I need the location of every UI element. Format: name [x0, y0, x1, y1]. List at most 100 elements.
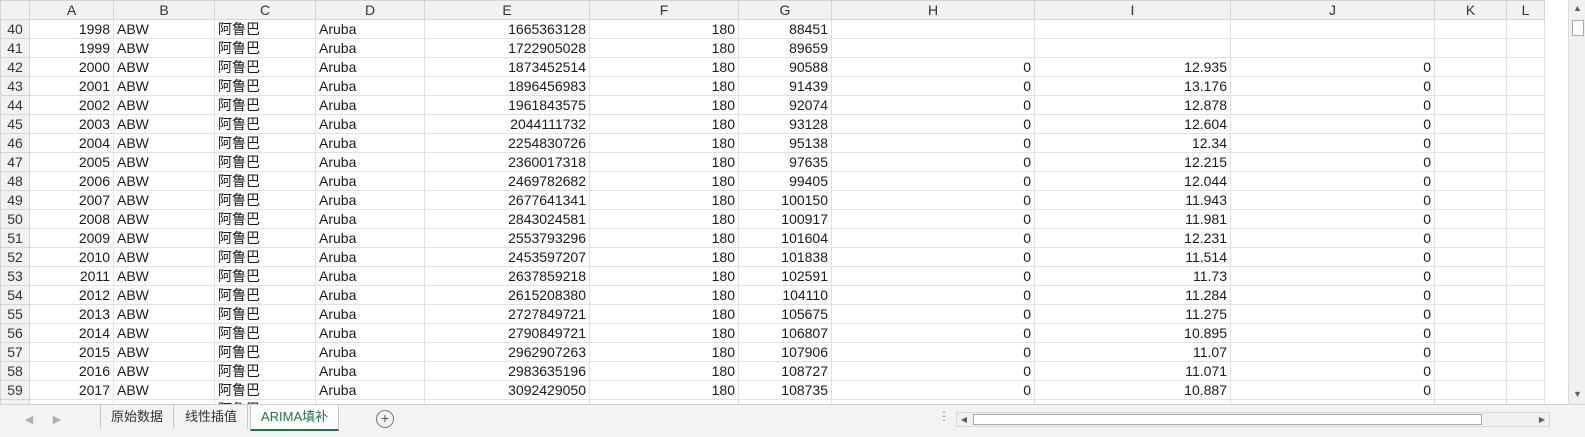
cell-k[interactable]: [1434, 114, 1507, 134]
cell-i[interactable]: 13.176: [1034, 76, 1231, 96]
cell-j[interactable]: 0: [1230, 342, 1435, 362]
cell-b[interactable]: ABW: [113, 285, 215, 305]
cell-e[interactable]: 2637859218: [424, 266, 590, 286]
cell-h[interactable]: 0: [831, 247, 1035, 267]
cell-i[interactable]: 12.34: [1034, 133, 1231, 153]
cell-d[interactable]: Aruba: [315, 380, 425, 400]
cell-j[interactable]: 0: [1230, 57, 1435, 77]
cell-b[interactable]: ABW: [113, 380, 215, 400]
cell-g[interactable]: 100150: [738, 190, 832, 210]
cell-l[interactable]: [1506, 228, 1545, 248]
cell-e[interactable]: 2790849721: [424, 323, 590, 343]
cell-b[interactable]: ABW: [113, 361, 215, 381]
cell-h[interactable]: 0: [831, 361, 1035, 381]
cell-b[interactable]: ABW: [113, 247, 215, 267]
cell-h[interactable]: 0: [831, 323, 1035, 343]
cell-c[interactable]: 阿鲁巴: [214, 95, 316, 115]
cell-a[interactable]: 2017: [29, 380, 114, 400]
cell-k[interactable]: [1434, 171, 1507, 191]
cell-e[interactable]: 1873452514: [424, 57, 590, 77]
cell-c[interactable]: 阿鲁巴: [214, 171, 316, 191]
row-header[interactable]: 50: [0, 209, 30, 229]
cell-j[interactable]: 0: [1230, 266, 1435, 286]
cell-h[interactable]: 0: [831, 285, 1035, 305]
cell-h[interactable]: [831, 38, 1035, 58]
row-header[interactable]: 52: [0, 247, 30, 267]
cell-b[interactable]: ABW: [113, 152, 215, 172]
cell-l[interactable]: [1506, 342, 1545, 362]
cell-a[interactable]: 2006: [29, 171, 114, 191]
cell-a[interactable]: 2015: [29, 342, 114, 362]
cell-d[interactable]: Aruba: [315, 342, 425, 362]
cell-f[interactable]: 180: [589, 152, 739, 172]
prev-sheet-icon[interactable]: ◀: [22, 413, 36, 426]
cell-a[interactable]: 2014: [29, 323, 114, 343]
select-all-corner[interactable]: [0, 0, 30, 20]
cell-e[interactable]: 1961843575: [424, 95, 590, 115]
column-header-b[interactable]: B: [113, 0, 215, 20]
tab-sheet-3[interactable]: ARIMA填补: [250, 405, 340, 431]
cell-j[interactable]: 0: [1230, 190, 1435, 210]
cell-c[interactable]: 阿鲁巴: [214, 228, 316, 248]
column-header-h[interactable]: H: [831, 0, 1035, 20]
cell-f[interactable]: 180: [589, 38, 739, 58]
cell-k[interactable]: [1434, 266, 1507, 286]
cell-f[interactable]: 180: [589, 76, 739, 96]
cell-f[interactable]: 180: [589, 342, 739, 362]
cell-l[interactable]: [1506, 285, 1545, 305]
cell-l[interactable]: [1506, 19, 1545, 39]
cell-a[interactable]: 2005: [29, 152, 114, 172]
cell-a[interactable]: 2009: [29, 228, 114, 248]
cell-h[interactable]: 0: [831, 190, 1035, 210]
row-header[interactable]: 42: [0, 57, 30, 77]
cell-i[interactable]: 11.514: [1034, 247, 1231, 267]
cell-b[interactable]: ABW: [113, 228, 215, 248]
cell-c[interactable]: 阿鲁巴: [214, 361, 316, 381]
cell-j[interactable]: 0: [1230, 247, 1435, 267]
cell-d[interactable]: Aruba: [315, 361, 425, 381]
cell-e[interactable]: 2983635196: [424, 361, 590, 381]
cell-b[interactable]: ABW: [113, 209, 215, 229]
cell-k[interactable]: [1434, 95, 1507, 115]
cell-g[interactable]: 91439: [738, 76, 832, 96]
cell-d[interactable]: Aruba: [315, 57, 425, 77]
cell-l[interactable]: [1506, 152, 1545, 172]
cell-b[interactable]: ABW: [113, 304, 215, 324]
cell-f[interactable]: 180: [589, 361, 739, 381]
next-sheet-icon[interactable]: ▶: [50, 413, 64, 426]
cell-l[interactable]: [1506, 76, 1545, 96]
cell-c[interactable]: 阿鲁巴: [214, 209, 316, 229]
cell-d[interactable]: Aruba: [315, 114, 425, 134]
cell-e[interactable]: 2677641341: [424, 190, 590, 210]
cell-l[interactable]: [1506, 171, 1545, 191]
cell-l[interactable]: [1506, 114, 1545, 134]
cell-j[interactable]: 0: [1230, 114, 1435, 134]
cell-g[interactable]: 107906: [738, 342, 832, 362]
cell-i[interactable]: 10.887: [1034, 380, 1231, 400]
cell-h[interactable]: 0: [831, 95, 1035, 115]
cell-g[interactable]: 108727: [738, 361, 832, 381]
cell-g[interactable]: 99405: [738, 171, 832, 191]
cell-e[interactable]: 2044111732: [424, 114, 590, 134]
cell-g[interactable]: 106807: [738, 323, 832, 343]
cell-e[interactable]: 2254830726: [424, 133, 590, 153]
cell-j[interactable]: 0: [1230, 76, 1435, 96]
column-header-d[interactable]: D: [315, 0, 425, 20]
cell-b[interactable]: ABW: [113, 57, 215, 77]
cell-b[interactable]: ABW: [113, 171, 215, 191]
cell-f[interactable]: 180: [589, 285, 739, 305]
scroll-up-icon[interactable]: ▲: [1571, 2, 1584, 15]
cell-i[interactable]: 11.071: [1034, 361, 1231, 381]
cell-i[interactable]: 11.275: [1034, 304, 1231, 324]
cell-a[interactable]: 2007: [29, 190, 114, 210]
cell-f[interactable]: 180: [589, 171, 739, 191]
cell-f[interactable]: 180: [589, 57, 739, 77]
cell-h[interactable]: 0: [831, 228, 1035, 248]
cell-a[interactable]: 2004: [29, 133, 114, 153]
column-header-l[interactable]: L: [1506, 0, 1545, 20]
cell-a[interactable]: 2000: [29, 57, 114, 77]
tab-sheet-1[interactable]: 原始数据: [100, 405, 175, 429]
plus-circle-icon[interactable]: +: [376, 410, 394, 428]
cell-c[interactable]: 阿鲁巴: [214, 304, 316, 324]
cell-f[interactable]: 180: [589, 380, 739, 400]
